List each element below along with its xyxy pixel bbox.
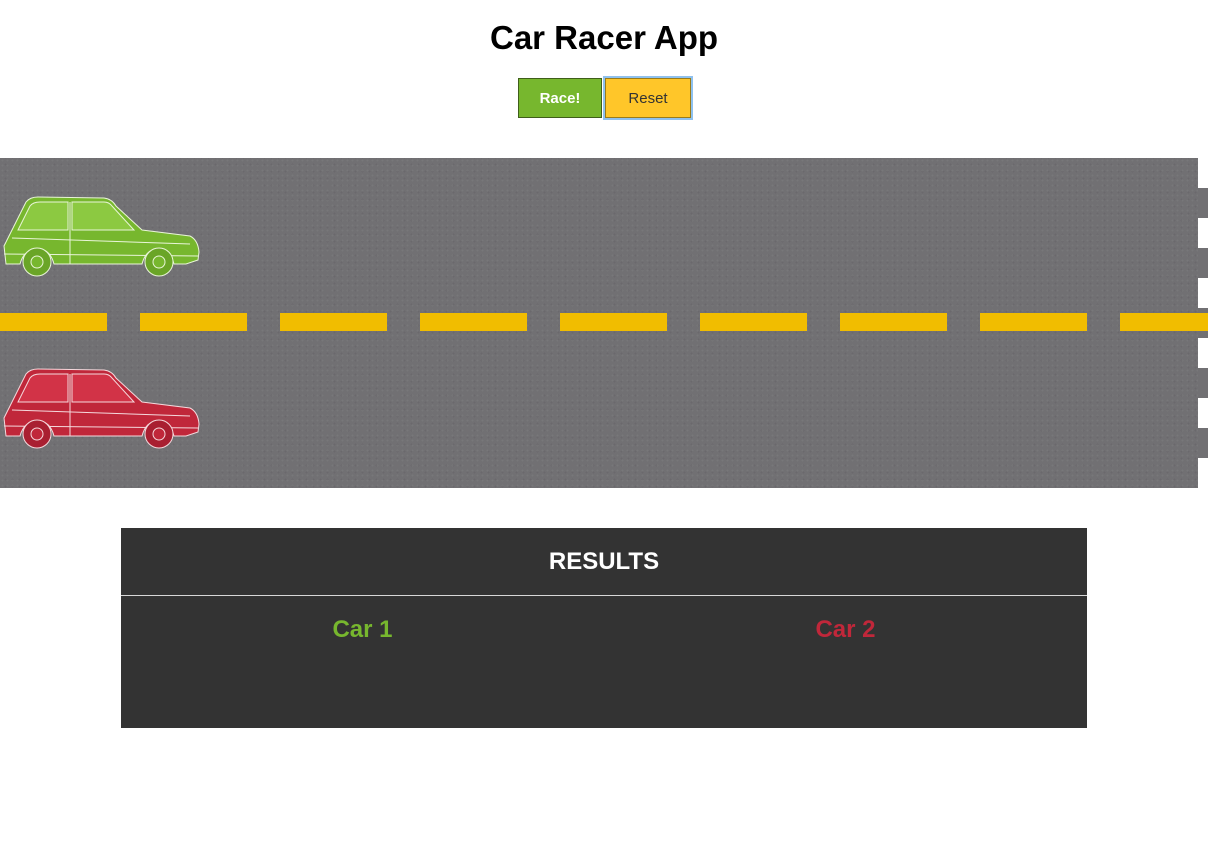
race-button[interactable]: Race! [518, 78, 602, 118]
page-title: Car Racer App [489, 19, 719, 56]
car-1-icon [3, 196, 200, 277]
lane-divider-dash [420, 313, 527, 331]
lane-divider-dash [1120, 313, 1208, 331]
result-car-1-label: Car 1 [332, 616, 393, 643]
results-panel: RESULTS Car 1 Car 2 [121, 528, 1087, 728]
lane-divider-dash [280, 313, 387, 331]
result-car-2-label: Car 2 [815, 616, 876, 643]
lane-divider-dash [700, 313, 807, 331]
lane-divider-dash [560, 313, 667, 331]
track-edge [1198, 368, 1208, 398]
results-title: RESULTS [121, 528, 1087, 596]
track-edge [1198, 248, 1208, 278]
lane-divider-dash [0, 313, 107, 331]
lane-divider-dash [840, 313, 947, 331]
track-edge [1198, 188, 1208, 218]
track-edge [1198, 428, 1208, 458]
lane-divider-dash [980, 313, 1087, 331]
reset-button[interactable]: Reset [603, 76, 693, 120]
car-2-icon [3, 368, 200, 449]
lane-divider-dash [140, 313, 247, 331]
